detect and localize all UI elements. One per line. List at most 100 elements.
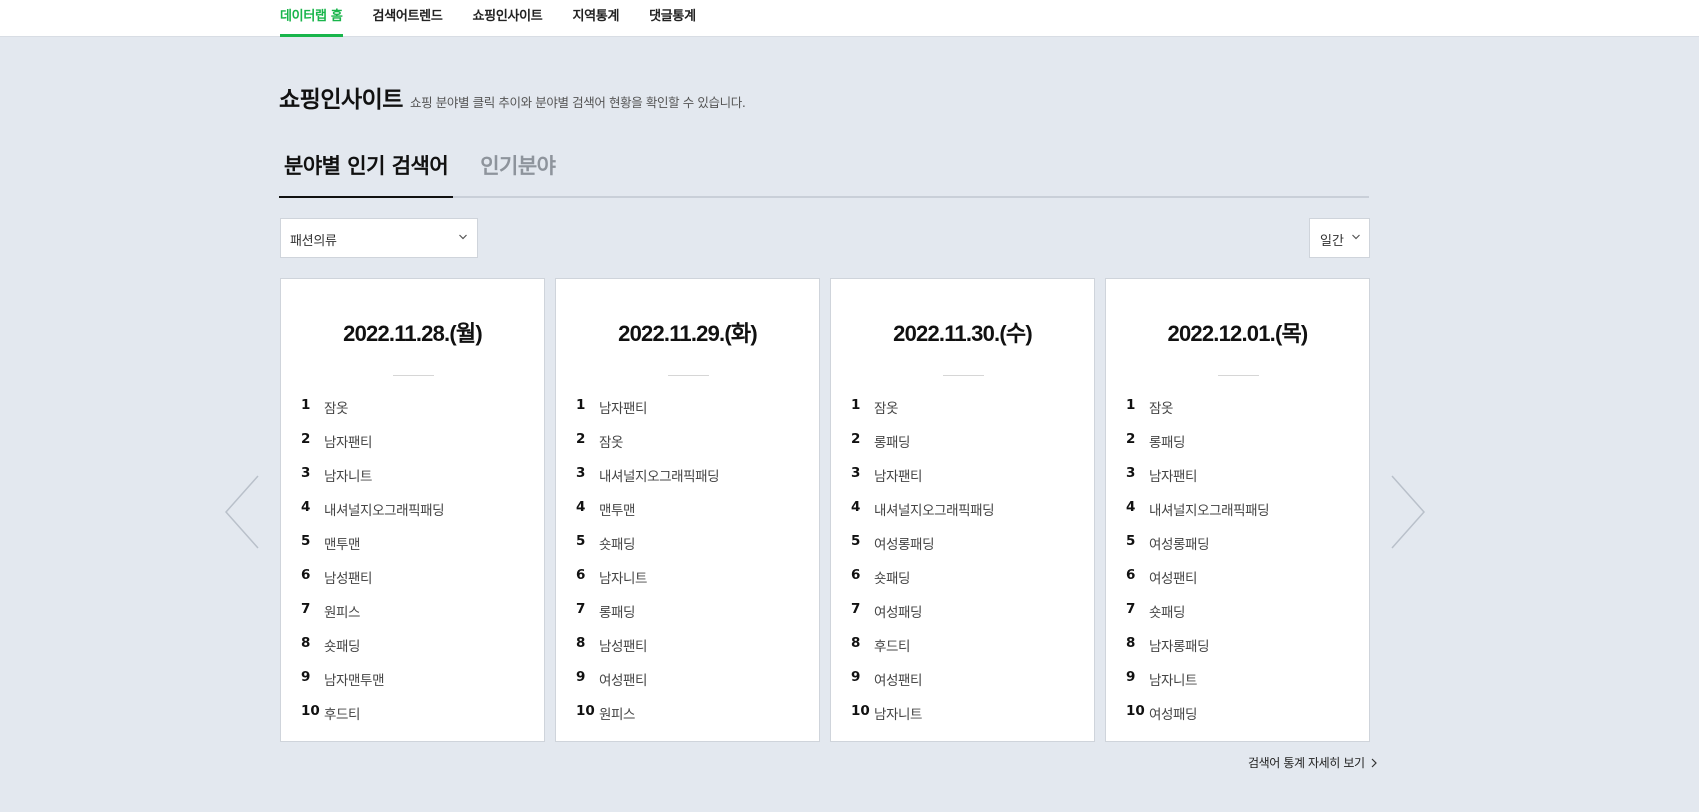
rank-keyword: 남자팬티 (599, 401, 648, 417)
rank-item[interactable]: 2 잠옷 (576, 431, 719, 465)
rank-number: 1 (1126, 397, 1136, 413)
rank-item[interactable]: 8 남자롱패딩 (1126, 635, 1269, 669)
rank-item[interactable]: 7 롱패딩 (576, 601, 719, 635)
rank-item[interactable]: 10 후드티 (301, 703, 444, 737)
nav-item-comment-stats[interactable]: 댓글통계 (649, 0, 696, 37)
rank-item[interactable]: 9 여성팬티 (851, 669, 994, 703)
rank-keyword: 여성패딩 (1149, 707, 1198, 723)
rank-item[interactable]: 3 남자니트 (301, 465, 444, 499)
page-title: 쇼핑인사이트 (279, 87, 403, 113)
rank-item[interactable]: 9 남자니트 (1126, 669, 1269, 703)
rank-item[interactable]: 2 롱패딩 (1126, 431, 1269, 465)
rank-item[interactable]: 1 잠옷 (1126, 397, 1269, 431)
rank-keyword: 남성팬티 (599, 639, 648, 655)
rank-keyword: 롱패딩 (599, 605, 636, 621)
rank-keyword: 여성롱패딩 (1149, 537, 1210, 553)
rank-number: 9 (301, 669, 311, 685)
card-date: 2022.11.28.(월) (343, 321, 483, 346)
rank-item[interactable]: 10 여성패딩 (1126, 703, 1269, 737)
rank-item[interactable]: 5 숏패딩 (576, 533, 719, 567)
rank-keyword: 맨투맨 (599, 503, 636, 519)
rank-keyword: 여성패딩 (874, 605, 923, 621)
rank-number: 5 (301, 533, 311, 549)
rank-item[interactable]: 3 남자팬티 (851, 465, 994, 499)
rank-item[interactable]: 4 내셔널지오그래픽패딩 (1126, 499, 1270, 533)
rank-keyword: 남자니트 (1149, 673, 1198, 689)
tab-bar: 분야별 인기 검색어 인기분야 (279, 145, 1369, 198)
rank-item[interactable]: 10 남자니트 (851, 703, 994, 737)
rank-number: 4 (1126, 499, 1136, 515)
nav-item-search-trend[interactable]: 검색어트렌드 (373, 0, 443, 37)
rank-item[interactable]: 8 숏패딩 (301, 635, 444, 669)
rank-item[interactable]: 5 여성롱패딩 (851, 533, 994, 567)
rank-item[interactable]: 7 숏패딩 (1126, 601, 1269, 635)
rank-keyword: 남자니트 (874, 707, 923, 723)
rank-item[interactable]: 9 남자맨투맨 (301, 669, 444, 703)
rank-keyword: 여성팬티 (1149, 571, 1198, 587)
page-header: 쇼핑인사이트 쇼핑 분야별 클릭 추이와 분야별 검색어 현황을 확인할 수 있… (279, 80, 746, 114)
period-select[interactable]: 일간 (1309, 218, 1370, 258)
rank-number: 8 (1126, 635, 1136, 651)
rank-item[interactable]: 1 잠옷 (851, 397, 994, 431)
rank-number: 9 (576, 669, 586, 685)
rank-keyword: 남자팬티 (874, 469, 923, 485)
nav-item-regional-stats[interactable]: 지역통계 (572, 0, 619, 37)
rank-item[interactable]: 2 롱패딩 (851, 431, 994, 465)
rank-keyword: 숏패딩 (874, 571, 911, 587)
rank-number: 8 (301, 635, 311, 651)
rank-item[interactable]: 7 원피스 (301, 601, 444, 635)
ranking-card: 2022.11.28.(월) 1 잠옷 2 남자팬티 3 남자니트 4 내셔널지오그래픽패딩 5… (280, 278, 545, 742)
rank-keyword: 남자니트 (599, 571, 648, 587)
rank-number: 6 (1126, 567, 1136, 583)
rank-item[interactable]: 1 남자팬티 (576, 397, 719, 431)
rank-item[interactable]: 6 남자니트 (576, 567, 719, 601)
tab-popular-keywords[interactable]: 분야별 인기 검색어 (279, 145, 454, 198)
rank-keyword: 남성팬티 (324, 571, 373, 587)
nav-item-datalab-home[interactable]: 데이터랩 홈 (280, 0, 343, 37)
rank-number: 2 (1126, 431, 1136, 447)
rank-item[interactable]: 5 맨투맨 (301, 533, 444, 567)
rank-item[interactable]: 4 맨투맨 (576, 499, 719, 533)
rank-item[interactable]: 8 남성팬티 (576, 635, 719, 669)
rank-number: 2 (576, 431, 586, 447)
rank-number: 7 (1126, 601, 1136, 617)
rank-item[interactable]: 10 원피스 (576, 703, 719, 737)
rank-item[interactable]: 8 후드티 (851, 635, 994, 669)
top-nav: 데이터랩 홈 검색어트렌드 쇼핑인사이트 지역통계 댓글통계 (0, 0, 1699, 37)
rank-list: 1 잠옷 2 남자팬티 3 남자니트 4 내셔널지오그래픽패딩 5 맨투맨 6 남성팬티 7 원피스 8 숏패… (301, 397, 445, 737)
rank-item[interactable]: 6 남성팬티 (301, 567, 444, 601)
rank-item[interactable]: 4 내셔널지오그래픽패딩 (851, 499, 995, 533)
rank-number: 4 (301, 499, 311, 515)
rank-list: 1 남자팬티 2 잠옷 3 내셔널지오그래픽패딩 4 맨투맨 5 숏패딩 6 남자니트 7 롱패딩 8 남성팬… (576, 397, 720, 737)
rank-item[interactable]: 9 여성팬티 (576, 669, 719, 703)
rank-item[interactable]: 3 내셔널지오그래픽패딩 (576, 465, 720, 499)
rank-number: 1 (576, 397, 586, 413)
keyword-stats-more-link[interactable]: 검색어 통계 자세히 보기 (1248, 754, 1378, 771)
chevron-right-icon (1371, 758, 1377, 767)
rank-item[interactable]: 7 여성패딩 (851, 601, 994, 635)
rank-keyword: 숏패딩 (1149, 605, 1186, 621)
nav-item-shopping-insight[interactable]: 쇼핑인사이트 (473, 0, 543, 37)
rank-list: 1 잠옷 2 롱패딩 3 남자팬티 4 내셔널지오그래픽패딩 5 여성롱패딩 6 숏패딩 7 여성패딩 8 후… (851, 397, 995, 737)
rank-item[interactable]: 3 남자팬티 (1126, 465, 1269, 499)
carousel-prev-button[interactable] (224, 474, 264, 550)
rank-number: 4 (851, 499, 861, 515)
rank-item[interactable]: 2 남자팬티 (301, 431, 444, 465)
rank-keyword: 원피스 (324, 605, 361, 621)
carousel-next-button[interactable] (1386, 474, 1426, 550)
rank-item[interactable]: 6 여성팬티 (1126, 567, 1269, 601)
rank-number: 7 (301, 601, 311, 617)
rank-number: 10 (851, 703, 870, 719)
rank-item[interactable]: 4 내셔널지오그래픽패딩 (301, 499, 445, 533)
rank-keyword: 숏패딩 (324, 639, 361, 655)
card-date: 2022.11.30.(수) (893, 321, 1033, 346)
category-select[interactable]: 패션의류 (280, 218, 478, 258)
rank-keyword: 남자팬티 (1149, 469, 1198, 485)
rank-keyword: 내셔널지오그래픽패딩 (324, 503, 445, 519)
rank-item[interactable]: 6 숏패딩 (851, 567, 994, 601)
rank-number: 2 (851, 431, 861, 447)
rank-item[interactable]: 5 여성롱패딩 (1126, 533, 1269, 567)
more-link-label: 검색어 통계 자세히 보기 (1248, 756, 1365, 770)
tab-popular-categories[interactable]: 인기분야 (475, 145, 560, 198)
rank-item[interactable]: 1 잠옷 (301, 397, 444, 431)
